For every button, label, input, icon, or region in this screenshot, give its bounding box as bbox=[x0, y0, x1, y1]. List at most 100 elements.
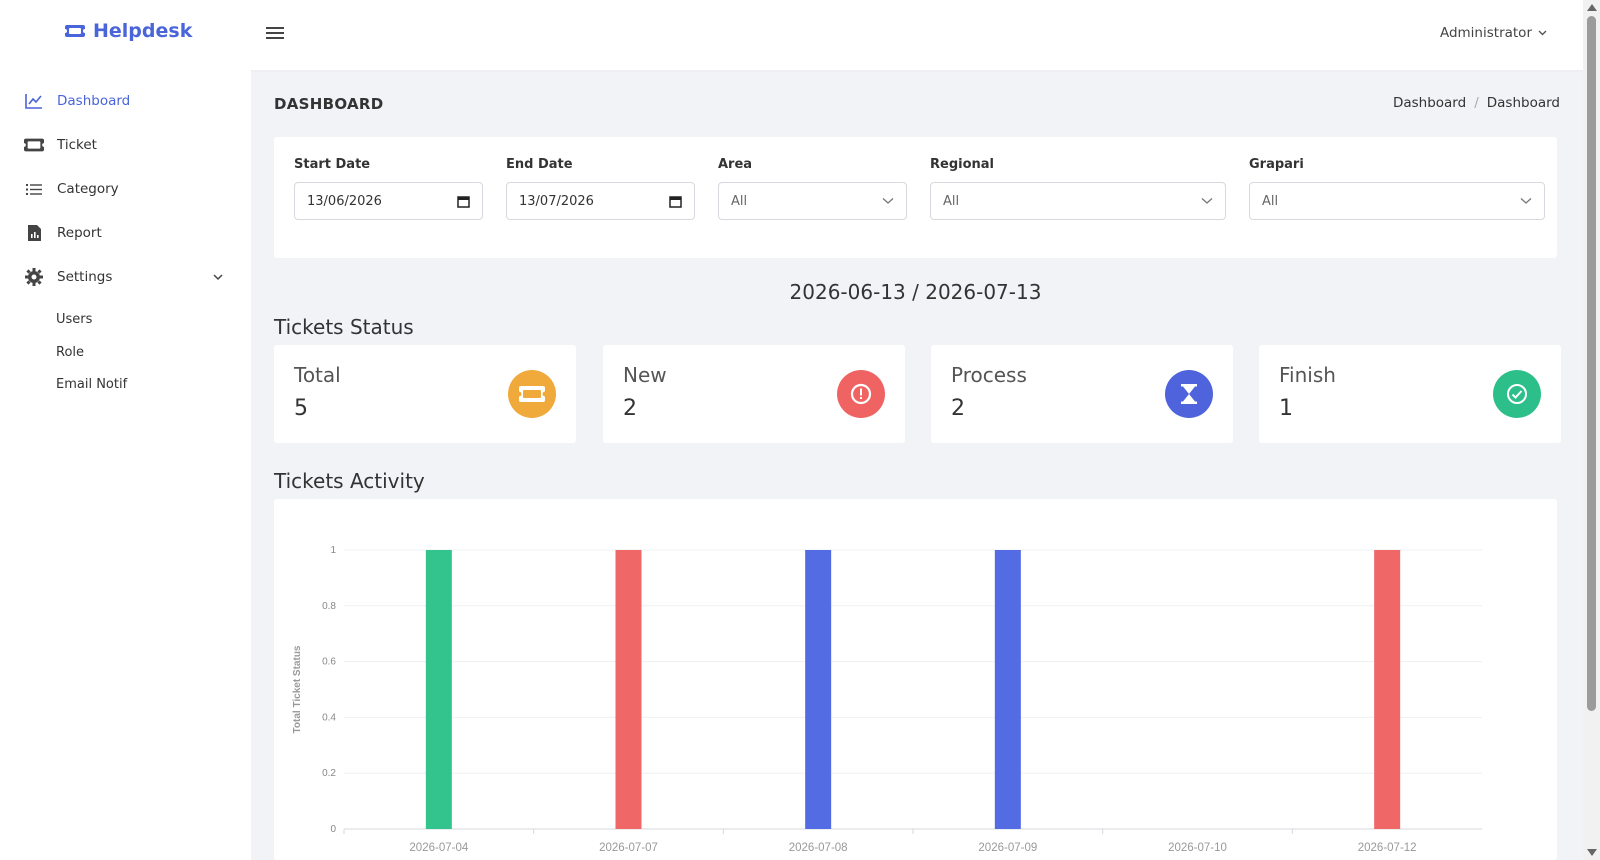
scroll-thumb[interactable] bbox=[1587, 16, 1596, 711]
start-date-filter: Start Date 13/06/2026 bbox=[294, 157, 483, 220]
sidebar-item-category[interactable]: Category bbox=[24, 179, 119, 199]
start-date-input[interactable]: 13/06/2026 bbox=[294, 182, 483, 220]
bar bbox=[425, 550, 452, 829]
check-icon bbox=[1493, 370, 1541, 418]
menu-toggle-icon[interactable] bbox=[266, 24, 284, 44]
regional-filter: Regional All bbox=[930, 157, 1226, 220]
y-tick-label: 0 bbox=[330, 824, 336, 835]
breadcrumb-item: Dashboard bbox=[1486, 95, 1560, 111]
breadcrumb-item[interactable]: Dashboard bbox=[1393, 95, 1466, 111]
x-tick-label: 2026-07-10 bbox=[1168, 842, 1227, 854]
grapari-select[interactable]: All bbox=[1249, 182, 1545, 220]
stat-card-finish: Finish 1 bbox=[1259, 345, 1561, 443]
sidebar-subitem-email-notif[interactable]: Email Notif bbox=[56, 377, 127, 392]
user-menu[interactable]: Administrator bbox=[1440, 25, 1547, 41]
stat-label: Total bbox=[294, 363, 341, 387]
sidebar-item-ticket[interactable]: Ticket bbox=[24, 135, 97, 155]
sidebar-item-report[interactable]: Report bbox=[24, 223, 102, 243]
x-tick-label: 2026-07-09 bbox=[978, 842, 1037, 854]
filter-card: Start Date 13/06/2026 End Date 13/07/202… bbox=[274, 137, 1557, 258]
grapari-filter: Grapari All bbox=[1249, 157, 1545, 220]
user-name: Administrator bbox=[1439, 25, 1532, 41]
stat-value: 5 bbox=[294, 396, 308, 421]
scroll-up-arrow[interactable] bbox=[1587, 4, 1597, 11]
sidebar-item-label: Ticket bbox=[57, 137, 97, 153]
sidebar-subitem-users[interactable]: Users bbox=[56, 312, 92, 327]
tickets-activity-title: Tickets Activity bbox=[274, 469, 425, 493]
bar bbox=[615, 550, 642, 829]
ticket-icon bbox=[508, 370, 556, 418]
stat-value: 2 bbox=[623, 396, 637, 421]
hourglass-icon bbox=[1165, 370, 1213, 418]
chevron-down-icon bbox=[1538, 30, 1547, 36]
regional-select[interactable]: All bbox=[930, 182, 1226, 220]
y-tick-label: 0.2 bbox=[322, 768, 336, 779]
regional-value: All bbox=[943, 193, 960, 209]
tickets-status-title: Tickets Status bbox=[274, 315, 414, 339]
y-tick-label: 1 bbox=[330, 545, 336, 556]
stat-label: Process bbox=[951, 363, 1027, 387]
bar bbox=[805, 550, 832, 829]
ticket-icon bbox=[24, 135, 44, 155]
stat-card-new: New 2 bbox=[603, 345, 905, 443]
area-filter: Area All bbox=[718, 157, 907, 220]
date-range-heading: 2026-06-13 / 2026-07-13 bbox=[789, 280, 1042, 304]
chevron-down-icon bbox=[882, 198, 894, 204]
regional-label: Regional bbox=[930, 157, 995, 172]
area-select[interactable]: All bbox=[718, 182, 907, 220]
bar bbox=[1374, 550, 1401, 829]
stat-card-process: Process 2 bbox=[931, 345, 1233, 443]
end-date-filter: End Date 13/07/2026 bbox=[506, 157, 695, 220]
y-axis-label: Total Ticket Status bbox=[292, 645, 303, 733]
breadcrumb: Dashboard / Dashboard bbox=[1393, 95, 1560, 111]
chevron-down-icon bbox=[1201, 198, 1213, 204]
line-chart-icon bbox=[24, 91, 44, 111]
stat-label: New bbox=[623, 363, 667, 387]
gear-icon bbox=[24, 267, 44, 287]
tickets-activity-chart-card: 0 0.2 0.4 0.6 0.8 1 Total Ticket Status 2026-07… bbox=[274, 499, 1557, 860]
page-title: DASHBOARD bbox=[274, 95, 384, 113]
page-scrollbar[interactable] bbox=[1583, 0, 1600, 860]
start-date-value: 13/06/2026 bbox=[307, 193, 382, 209]
chevron-down-icon[interactable] bbox=[212, 271, 224, 283]
ticket-icon bbox=[64, 25, 86, 37]
y-tick-label: 0.4 bbox=[322, 712, 336, 723]
x-tick-label: 2026-07-07 bbox=[599, 842, 658, 854]
report-icon bbox=[24, 223, 44, 243]
sidebar-item-dashboard[interactable]: Dashboard bbox=[24, 91, 130, 111]
sidebar-item-label: Report bbox=[57, 225, 102, 241]
stat-value: 1 bbox=[1279, 396, 1293, 421]
y-tick-label: 0.6 bbox=[322, 657, 336, 668]
sidebar-item-label: Dashboard bbox=[57, 93, 131, 109]
x-tick-label: 2026-07-08 bbox=[789, 842, 848, 854]
start-date-label: Start Date bbox=[294, 157, 371, 172]
sidebar-item-settings[interactable]: Settings bbox=[24, 267, 112, 287]
grapari-label: Grapari bbox=[1249, 157, 1304, 172]
calendar-icon[interactable] bbox=[669, 195, 682, 208]
scroll-down-arrow[interactable] bbox=[1587, 849, 1597, 856]
sidebar-item-label: Category bbox=[57, 181, 119, 197]
x-tick-label: 2026-07-12 bbox=[1358, 842, 1417, 854]
end-date-input[interactable]: 13/07/2026 bbox=[506, 182, 695, 220]
stat-label: Finish bbox=[1279, 363, 1336, 387]
calendar-icon[interactable] bbox=[457, 195, 470, 208]
breadcrumb-separator: / bbox=[1474, 95, 1479, 111]
alert-icon bbox=[837, 370, 885, 418]
top-bar: Helpdesk Administrator bbox=[0, 0, 1583, 70]
chevron-down-icon bbox=[1520, 198, 1532, 204]
list-icon bbox=[24, 179, 44, 199]
y-tick-label: 0.8 bbox=[322, 601, 336, 612]
grapari-value: All bbox=[1262, 193, 1279, 209]
stat-card-total: Total 5 bbox=[274, 345, 576, 443]
end-date-label: End Date bbox=[506, 157, 573, 172]
end-date-value: 13/07/2026 bbox=[519, 193, 594, 209]
tickets-activity-chart: 0 0.2 0.4 0.6 0.8 1 Total Ticket Status 2026-07… bbox=[292, 545, 1482, 854]
sidebar-item-label: Settings bbox=[57, 269, 113, 285]
x-tick-label: 2026-07-04 bbox=[409, 842, 468, 854]
bar bbox=[994, 550, 1021, 829]
stat-value: 2 bbox=[951, 396, 965, 421]
brand-logo[interactable]: Helpdesk bbox=[64, 20, 192, 42]
area-value: All bbox=[731, 193, 748, 209]
brand-name: Helpdesk bbox=[93, 20, 193, 42]
sidebar-subitem-role[interactable]: Role bbox=[56, 345, 84, 360]
